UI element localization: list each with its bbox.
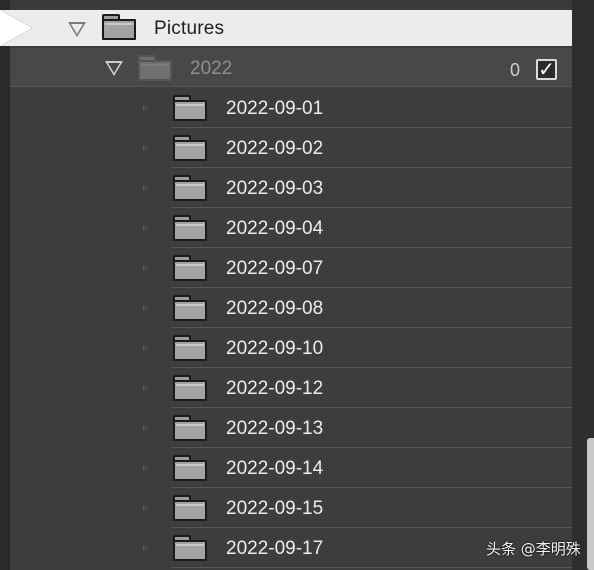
- folder-row[interactable]: ▹ 2022-09-15: [10, 488, 572, 528]
- disclosure-triangle-collapsed-icon[interactable]: ▹: [143, 261, 159, 275]
- folder-icon: [173, 495, 207, 521]
- folder-row[interactable]: ▹ 2022-09-07: [10, 248, 572, 288]
- scrollbar[interactable]: [572, 0, 594, 570]
- folder-icon: [173, 335, 207, 361]
- folder-label: 2022-09-10: [226, 338, 324, 359]
- row-divider: [172, 567, 572, 568]
- folder-label: 2022-09-03: [226, 178, 324, 199]
- disclosure-triangle-collapsed-icon[interactable]: ▹: [143, 421, 159, 435]
- folder-row[interactable]: ▹ 2022-09-08: [10, 288, 572, 328]
- folder-row-pictures[interactable]: Pictures: [0, 10, 572, 46]
- folder-icon: [173, 455, 207, 481]
- folder-label: 2022-09-07: [226, 258, 324, 279]
- watermark: 头条 @李明殊: [486, 540, 581, 558]
- folder-label: 2022-09-14: [226, 458, 324, 479]
- disclosure-triangle-collapsed-icon[interactable]: ▹: [143, 501, 159, 515]
- disclosure-triangle-collapsed-icon[interactable]: ▹: [143, 221, 159, 235]
- folder-label: 2022-09-02: [226, 138, 324, 159]
- disclosure-triangle-collapsed-icon[interactable]: ▹: [143, 301, 159, 315]
- folder-label: 2022-09-01: [226, 98, 324, 119]
- folder-icon: [102, 14, 136, 40]
- folder-icon: [138, 55, 172, 81]
- folder-label: 2022-09-08: [226, 298, 324, 319]
- folder-row[interactable]: ▹ 2022-09-01: [10, 88, 572, 128]
- folder-row[interactable]: ▹ 2022-09-03: [10, 168, 572, 208]
- folder-row[interactable]: ▹ 2022-09-10: [10, 328, 572, 368]
- disclosure-triangle-collapsed-icon[interactable]: ▹: [143, 461, 159, 475]
- photo-count: 0: [510, 60, 521, 80]
- disclosure-triangle-collapsed-icon[interactable]: ▹: [143, 141, 159, 155]
- folders-panel: Pictures 2022 0 ✓ ▹ 2022-09-01 ▹ 2022-09-02…: [0, 0, 594, 570]
- folder-icon: [173, 415, 207, 441]
- folder-icon: [173, 255, 207, 281]
- folder-icon: [173, 295, 207, 321]
- folder-label: 2022-09-13: [226, 418, 324, 439]
- folder-row[interactable]: ▹ 2022-09-04: [10, 208, 572, 248]
- folder-row[interactable]: ▹ 2022-09-12: [10, 368, 572, 408]
- folder-row-2022[interactable]: 2022 0 ✓: [10, 48, 572, 87]
- sync-checkbox[interactable]: ✓: [536, 59, 557, 80]
- scrollbar-thumb[interactable]: [587, 438, 594, 570]
- selection-marker-icon: [0, 10, 32, 46]
- left-gutter: [0, 0, 10, 570]
- folder-row[interactable]: ▹ 2022-09-02: [10, 128, 572, 168]
- folder-row[interactable]: ▹ 2022-09-14: [10, 448, 572, 488]
- disclosure-triangle-expanded-icon[interactable]: [105, 61, 123, 76]
- disclosure-triangle-collapsed-icon[interactable]: ▹: [143, 341, 159, 355]
- disclosure-triangle-expanded-icon[interactable]: [68, 22, 86, 37]
- disclosure-triangle-collapsed-icon[interactable]: ▹: [143, 181, 159, 195]
- folder-icon: [173, 375, 207, 401]
- subfolder-list: ▹ 2022-09-01 ▹ 2022-09-02 ▹ 2022-09-03 ▹ 2022-0…: [10, 88, 572, 568]
- folder-label: Pictures: [154, 18, 225, 39]
- folder-row[interactable]: ▹ 2022-09-13: [10, 408, 572, 448]
- folder-icon: [173, 535, 207, 561]
- folder-icon: [173, 135, 207, 161]
- folder-label: 2022-09-15: [226, 498, 324, 519]
- disclosure-triangle-collapsed-icon[interactable]: ▹: [143, 541, 159, 555]
- disclosure-triangle-collapsed-icon[interactable]: ▹: [143, 101, 159, 115]
- disclosure-triangle-collapsed-icon[interactable]: ▹: [143, 381, 159, 395]
- folder-label: 2022-09-04: [226, 218, 324, 239]
- folder-label: 2022-09-17: [226, 538, 324, 559]
- folder-label: 2022: [190, 58, 233, 79]
- folder-icon: [173, 175, 207, 201]
- folder-icon: [173, 215, 207, 241]
- folder-label: 2022-09-12: [226, 378, 324, 399]
- folder-icon: [173, 95, 207, 121]
